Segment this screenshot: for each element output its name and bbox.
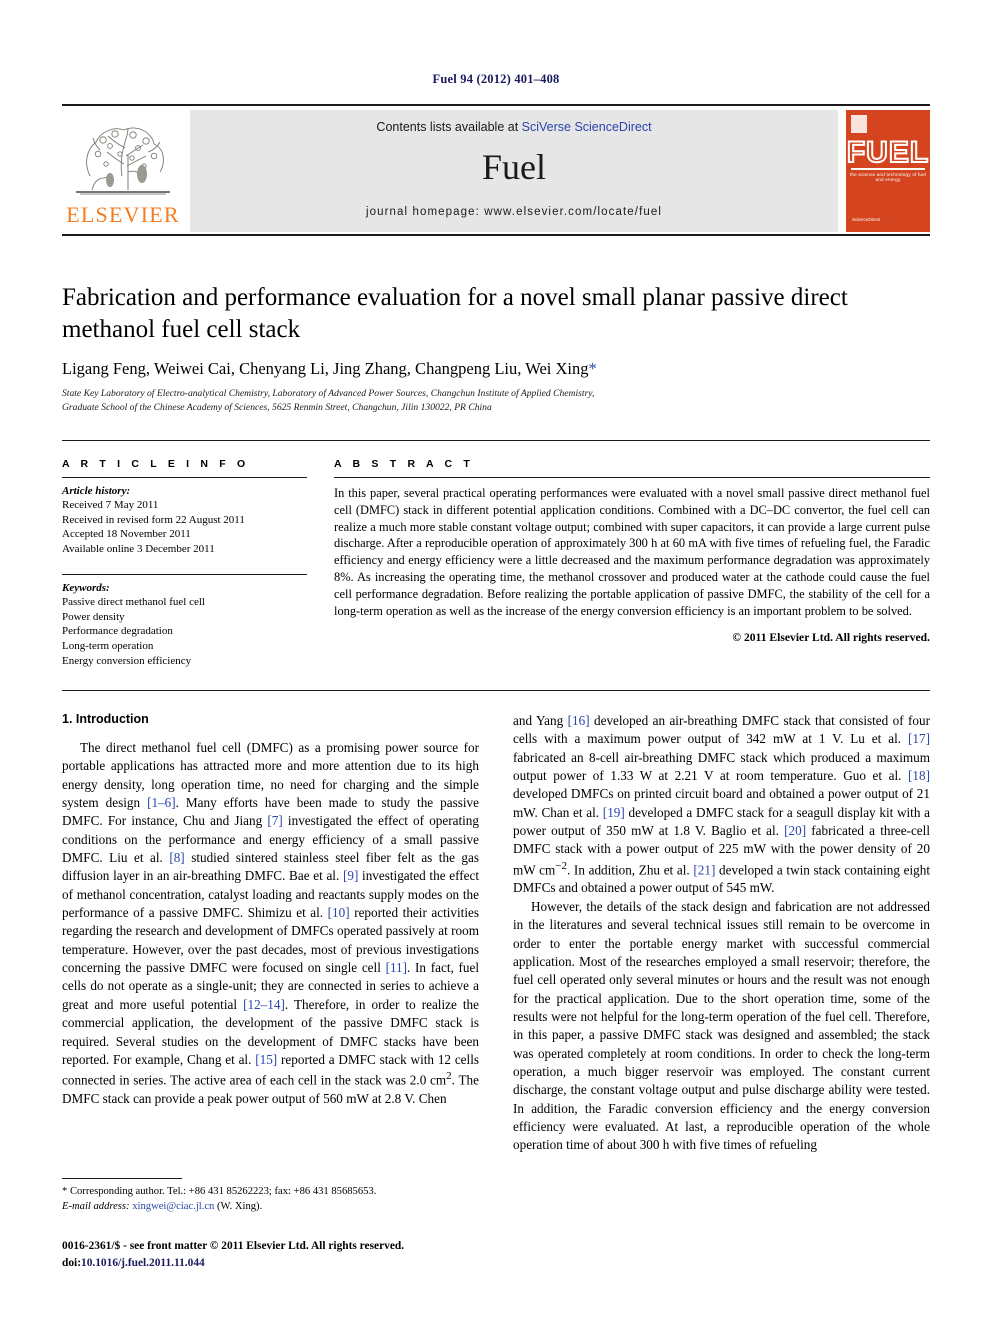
doi-line: doi:10.1016/j.fuel.2011.11.044	[62, 1255, 562, 1272]
elsevier-logo: ELSEVIER	[62, 110, 184, 232]
imprint-block: 0016-2361/$ - see front matter © 2011 El…	[62, 1238, 562, 1271]
keyword-item: Performance degradation	[62, 625, 173, 638]
email-label: E-mail address:	[62, 1201, 130, 1213]
keyword-item: Passive direct methanol fuel cell	[62, 595, 205, 608]
text-run: . In addition, Zhu et al.	[566, 862, 694, 878]
citation-ref[interactable]: [12–14]	[243, 997, 285, 1012]
article-info-heading: A R T I C L E I N F O	[62, 458, 250, 470]
abstract-bottom-rule	[62, 690, 930, 691]
issn-line: 0016-2361/$ - see front matter © 2011 El…	[62, 1240, 405, 1252]
keyword-item: Power density	[62, 610, 125, 623]
body-column-left: 1. Introduction The direct methanol fuel…	[62, 712, 479, 1108]
running-head: Fuel 94 (2012) 401–408	[432, 72, 560, 86]
citation-ref[interactable]: [20]	[784, 823, 806, 838]
journal-homepage[interactable]: journal homepage: www.elsevier.com/locat…	[190, 206, 838, 218]
article-history-item: Received in revised form 22 August 2011	[62, 513, 245, 526]
citation-ref[interactable]: [15]	[255, 1052, 277, 1067]
citation-ref[interactable]: [9]	[343, 868, 358, 883]
superscript-power-density-unit: −2	[555, 859, 567, 872]
journal-article-page: Fuel 94 (2012) 401–408 ELSEVIER Contents…	[0, 0, 992, 1323]
keywords-block: Keywords: Passive direct methanol fuel c…	[62, 582, 307, 669]
affiliation-line-1: State Key Laboratory of Electro-analytic…	[62, 388, 595, 399]
body-column-right: and Yang [16] developed an air-breathing…	[513, 712, 930, 1155]
article-history-label: Article history:	[62, 485, 131, 497]
abstract-column: A B S T R A C T In this paper, several p…	[334, 458, 930, 644]
article-info-rule	[62, 477, 307, 478]
section-heading-introduction: 1. Introduction	[62, 712, 149, 726]
abstract-copyright: © 2011 Elsevier Ltd. All rights reserved…	[732, 631, 930, 645]
keyword-item: Energy conversion efficiency	[62, 654, 192, 667]
citation-ref[interactable]: [7]	[267, 813, 282, 828]
article-title: Fabrication and performance evaluation f…	[62, 284, 848, 343]
citation-ref[interactable]: [21]	[693, 862, 715, 877]
cover-title: FUEL	[846, 135, 930, 170]
cover-divider	[851, 168, 925, 170]
corresponding-author-note: * Corresponding author. Tel.: +86 431 85…	[62, 1186, 377, 1197]
abstract-text: In this paper, several practical operati…	[334, 486, 930, 618]
cover-subtitle: the science and technology of fuel and e…	[849, 172, 927, 182]
contents-available-line: Contents lists available at SciVerse Sci…	[190, 120, 838, 134]
author-list: Ligang Feng, Weiwei Cai, Chenyang Li, Ji…	[62, 359, 930, 379]
doi-value[interactable]: 10.1016/j.fuel.2011.11.044	[81, 1257, 205, 1269]
masthead-center-band: Contents lists available at SciVerse Sci…	[190, 110, 838, 232]
citation-ref[interactable]: [10]	[328, 905, 350, 920]
email-suffix: (W. Xing).	[217, 1201, 263, 1213]
author-names: Ligang Feng, Weiwei Cai, Chenyang Li, Ji…	[62, 359, 589, 378]
text-run: and Yang	[513, 713, 568, 728]
journal-name: Fuel	[481, 147, 546, 187]
citation-ref[interactable]: [1–6]	[147, 795, 176, 810]
article-history-item: Received 7 May 2011	[62, 499, 159, 511]
abstract-heading: A B S T R A C T	[334, 458, 474, 470]
journal-masthead: ELSEVIER Contents lists available at Sci…	[62, 104, 930, 236]
footnote-rule	[62, 1178, 182, 1179]
keywords-rule	[62, 573, 307, 575]
elsevier-tree-icon	[70, 114, 176, 200]
sciencedirect-link[interactable]: SciVerse ScienceDirect	[522, 120, 652, 134]
footnote-block: * Corresponding author. Tel.: +86 431 85…	[62, 1178, 479, 1215]
article-info-column: A R T I C L E I N F O Article history: R…	[62, 458, 307, 669]
email-note: E-mail address: xingwei@ciac.jl.cn (W. X…	[62, 1199, 479, 1214]
citation-ref[interactable]: [11]	[386, 960, 407, 975]
citation-ref[interactable]: [17]	[908, 731, 930, 746]
intro-paragraph-left: The direct methanol fuel cell (DMFC) as …	[62, 739, 479, 1108]
cover-elsevier-mark-icon	[851, 115, 867, 133]
affiliation: State Key Laboratory of Electro-analytic…	[62, 387, 930, 415]
cover-footer: ScienceDirect	[852, 217, 881, 223]
doi-label: doi:	[62, 1256, 81, 1269]
contents-prefix: Contents lists available at	[376, 120, 522, 134]
keyword-item: Long-term operation	[62, 640, 154, 653]
intro-paragraph-right-continued: and Yang [16] developed an air-breathing…	[513, 712, 930, 898]
masthead-top-rule	[62, 104, 930, 106]
abstract-rule	[334, 477, 930, 478]
journal-cover-thumbnail: FUEL the science and technology of fuel …	[846, 110, 930, 232]
masthead-bottom-rule	[62, 234, 930, 236]
corresponding-author-marker: *	[588, 359, 597, 378]
text-run: fabricated an 8-cell air-breathing DMFC …	[513, 749, 930, 784]
affiliation-line-2: Graduate School of the Chinese Academy o…	[62, 401, 492, 413]
citation-ref[interactable]: [16]	[568, 713, 590, 728]
article-history-item: Available online 3 December 2011	[62, 543, 215, 556]
citation-ref[interactable]: [8]	[169, 850, 184, 865]
citation-ref[interactable]: [19]	[603, 805, 625, 820]
title-bottom-rule	[62, 440, 930, 441]
elsevier-wordmark: ELSEVIER	[66, 202, 180, 227]
email-link[interactable]: xingwei@ciac.jl.cn	[132, 1201, 214, 1212]
intro-paragraph-right-2: However, the details of the stack design…	[513, 898, 930, 1153]
keywords-label: Keywords:	[62, 581, 110, 594]
article-history-item: Accepted 18 November 2011	[62, 528, 191, 541]
title-block: Fabrication and performance evaluation f…	[62, 282, 930, 415]
citation-ref[interactable]: [18]	[908, 768, 930, 783]
